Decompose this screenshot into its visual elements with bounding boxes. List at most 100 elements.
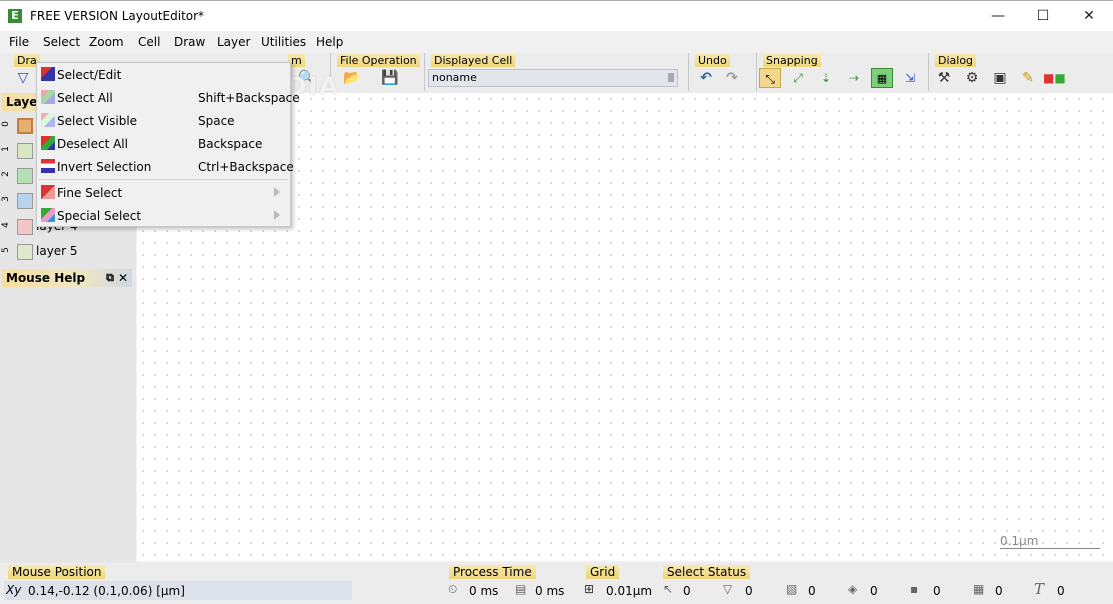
layer-number: 3 <box>0 196 11 202</box>
menu-item-deselect-all[interactable]: Deselect All Backspace <box>37 132 290 155</box>
app-logo-icon: E <box>8 9 22 23</box>
layer-name: layer 5 <box>36 244 78 258</box>
grid-value: 0.01µm <box>606 584 653 598</box>
select-point-icon: ↖ <box>663 582 674 596</box>
menu-item-shortcut: Ctrl+Backspace <box>198 160 294 174</box>
undo-icon[interactable]: ↶ <box>695 68 717 88</box>
dialog-tools-icon[interactable]: ⚒ <box>933 68 955 88</box>
menu-cell[interactable]: Cell <box>138 35 160 49</box>
select-menu-dropdown: Select/Edit Select All Shift+Backspace S… <box>36 62 300 227</box>
layer-color-swatch[interactable] <box>17 244 33 260</box>
close-icon[interactable]: ✕ <box>118 269 128 287</box>
snapping-group: Snapping ⤡ ⤢ ⇣ ⇢ ▦ ⇲ <box>756 53 924 91</box>
menu-help[interactable]: Help <box>316 35 343 49</box>
snap-diagonal-icon[interactable]: ⤢ <box>787 68 809 88</box>
select-path-icon: ◈ <box>848 582 858 596</box>
menu-item-label: Deselect All <box>57 137 128 151</box>
mouse-help-dock-title: Mouse Help ⧉ ✕ <box>2 269 132 287</box>
select-visible-icon <box>41 113 55 127</box>
special-select-icon <box>41 208 55 222</box>
select-count-paths: 0 <box>870 584 878 598</box>
snap-horizontal-icon[interactable]: ⇢ <box>843 68 865 88</box>
menu-item-invert-selection[interactable]: Invert Selection Ctrl+Backspace <box>37 155 294 178</box>
menu-item-label: Select/Edit <box>57 68 122 82</box>
layer-color-swatch[interactable] <box>17 143 33 159</box>
dialog-screen-icon[interactable]: ▣ <box>989 68 1011 88</box>
process-time-value-1: 0 ms <box>469 584 499 598</box>
layer-color-swatch[interactable] <box>17 193 33 209</box>
select-polygon-icon: ▽ <box>723 582 733 596</box>
select-all-icon <box>41 90 55 104</box>
menu-item-shortcut: Space <box>198 114 235 128</box>
menu-select[interactable]: Select <box>43 35 80 49</box>
menu-item-select-visible[interactable]: Select Visible Space <box>37 109 290 132</box>
submenu-arrow-icon <box>274 210 280 220</box>
redo-icon[interactable]: ↷ <box>721 68 743 88</box>
select-count-boxes: 0 <box>808 584 816 598</box>
menu-zoom[interactable]: Zoom <box>89 35 124 49</box>
snap-auto-icon[interactable]: ⤡ <box>759 68 781 88</box>
undo-title: Undo <box>695 54 730 67</box>
menu-item-select-edit[interactable]: Select/Edit <box>37 63 290 86</box>
select-box-icon: ▧ <box>786 582 798 596</box>
menu-item-label: Select Visible <box>57 114 138 128</box>
submenu-arrow-icon <box>274 187 280 197</box>
snap-grid-icon[interactable]: ▦ <box>871 68 893 88</box>
layer-number: 1 <box>0 146 11 152</box>
minimize-button[interactable]: — <box>983 5 1013 27</box>
dialog-wrench-icon[interactable]: ⚙ <box>961 68 983 88</box>
menu-bar: File Select Zoom Cell Draw Layer Utiliti… <box>0 31 1113 53</box>
window-title: FREE VERSION LayoutEditor* <box>30 9 205 23</box>
dialog-title: Dialog <box>935 54 977 67</box>
undo-group: Undo ↶ ↷ <box>688 53 750 91</box>
snap-point-icon[interactable]: ⇲ <box>899 68 921 88</box>
open-folder-icon[interactable]: 📂 <box>341 68 363 88</box>
xy-icon: Xy <box>6 583 22 597</box>
layer-number: 5 <box>0 247 11 253</box>
dialog-color-icon[interactable]: ■■ <box>1043 68 1066 88</box>
triangle-draw-icon[interactable]: ▽ <box>12 68 34 88</box>
process-auto-icon: ⏲ <box>448 582 458 596</box>
layer-color-swatch[interactable] <box>17 219 33 235</box>
draw-group: Dra ▽ <box>10 53 40 91</box>
mouse-help-title: Mouse Help <box>6 271 86 285</box>
menu-utilities[interactable]: Utilities <box>261 35 306 49</box>
menu-item-label: Select All <box>57 91 113 105</box>
status-bar: Mouse Position Xy 0.14,-0.12 (0.1,0.06) … <box>0 563 1113 604</box>
select-count-polygons: 0 <box>745 584 753 598</box>
file-operation-title: File Operation <box>337 54 420 67</box>
layer-color-swatch[interactable] <box>17 118 33 134</box>
snap-vertical-icon[interactable]: ⇣ <box>815 68 837 88</box>
menu-separator <box>39 179 288 180</box>
displayed-cell-value: noname <box>432 71 477 84</box>
dialog-group: Dialog ⚒ ⚙ ▣ ✎ ■■ <box>928 53 1068 91</box>
menu-item-shortcut: Shift+Backspace <box>198 91 300 105</box>
menu-layer[interactable]: Layer <box>217 35 250 49</box>
menu-item-shortcut: Backspace <box>198 137 263 151</box>
layer-row-5[interactable]: 5 layer 5 <box>0 241 136 263</box>
process-doc-icon: ▤ <box>515 582 527 596</box>
file-operation-group: File Operation 📂 💾 <box>330 53 420 91</box>
process-time-title: Process Time <box>449 565 536 579</box>
menu-item-label: Fine Select <box>57 186 123 200</box>
undock-icon[interactable]: ⧉ <box>106 269 114 287</box>
close-button[interactable]: ✕ <box>1074 5 1104 27</box>
layer-number: 2 <box>0 171 11 177</box>
dialog-edit-icon[interactable]: ✎ <box>1017 68 1039 88</box>
layer-color-swatch[interactable] <box>17 168 33 184</box>
invert-selection-icon <box>41 159 55 173</box>
menu-draw[interactable]: Draw <box>174 35 205 49</box>
fine-select-icon <box>41 185 55 199</box>
maximize-button[interactable]: ☐ <box>1028 5 1058 27</box>
menu-item-label: Invert Selection <box>57 160 152 174</box>
process-time-value-2: 0 ms <box>535 584 565 598</box>
displayed-cell-combobox[interactable]: noname <box>428 69 678 87</box>
select-text-icon: T <box>1034 580 1045 598</box>
menu-item-special-select[interactable]: Special Select <box>37 204 290 227</box>
menu-item-select-all[interactable]: Select All Shift+Backspace <box>37 86 300 109</box>
select-count-points: 0 <box>683 584 691 598</box>
deselect-all-icon <box>41 136 55 150</box>
save-disk-icon[interactable]: 💾 <box>379 68 401 88</box>
menu-item-fine-select[interactable]: Fine Select <box>37 181 290 204</box>
menu-file[interactable]: File <box>9 35 29 49</box>
